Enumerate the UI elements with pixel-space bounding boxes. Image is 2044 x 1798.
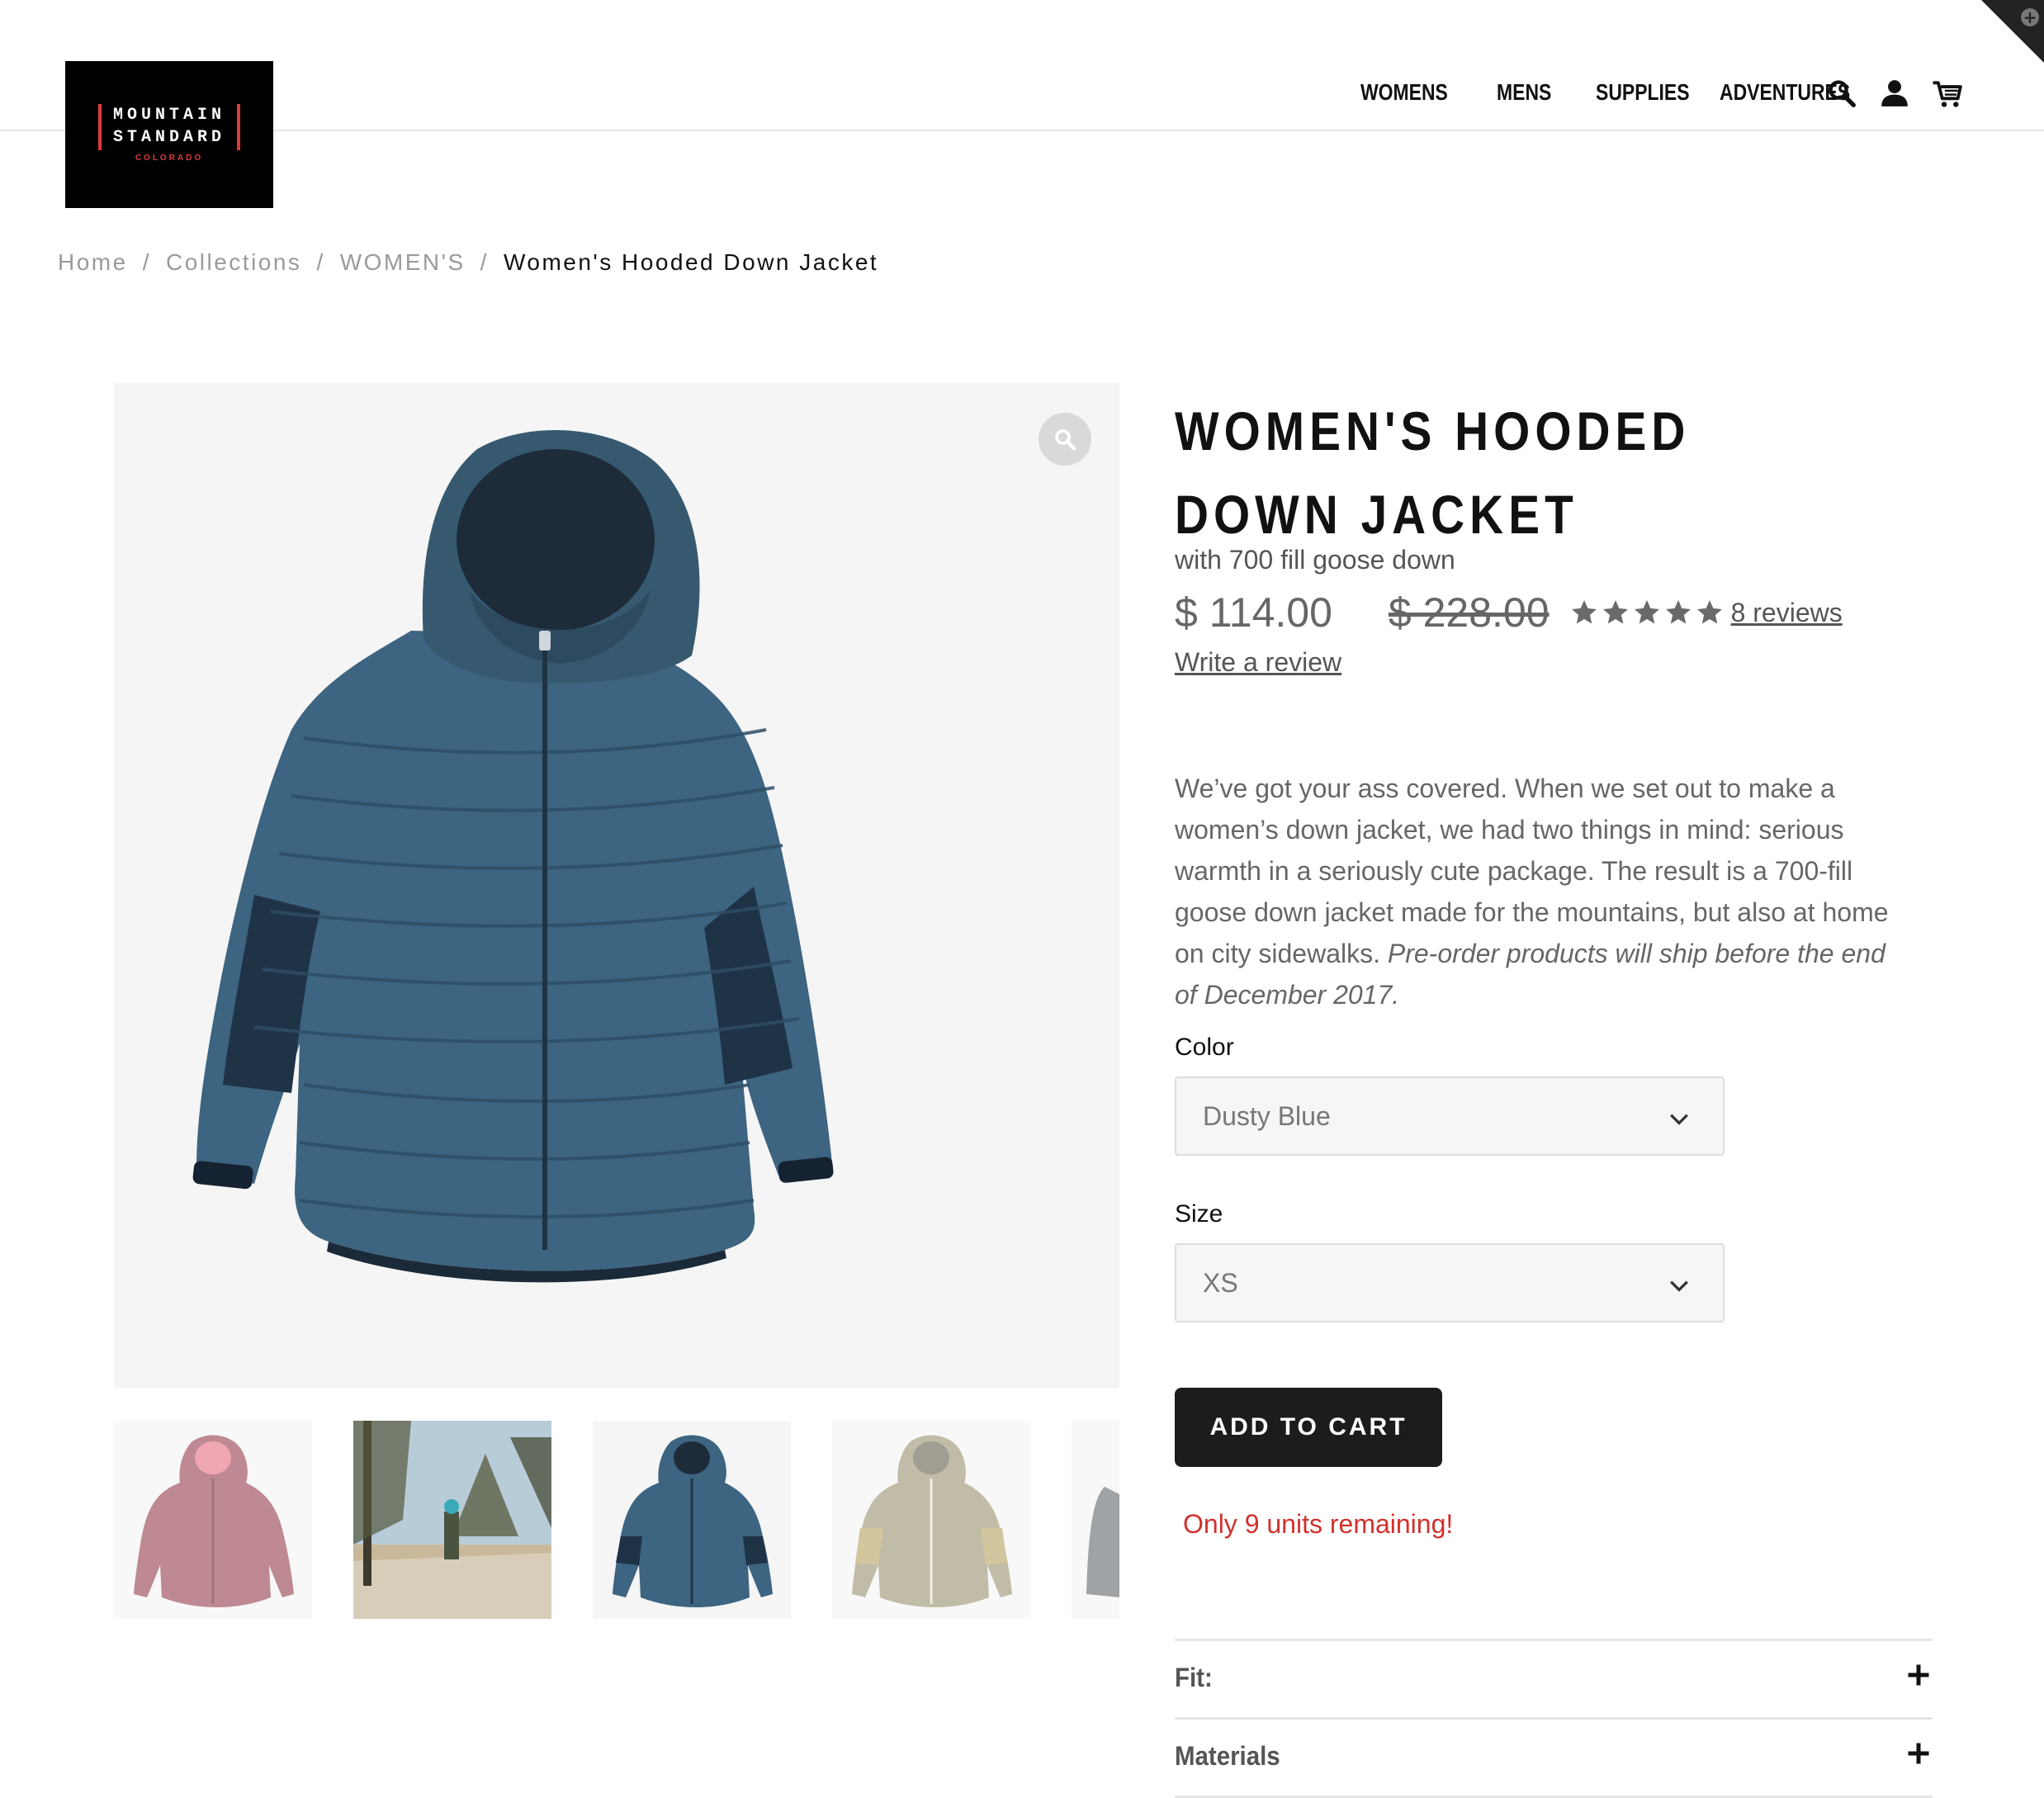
tan-jacket-image [852,1435,1012,1607]
product-details-accordion: Fit: Materials [1175,1639,1933,1798]
breadcrumb-home[interactable]: Home [58,248,128,277]
logo-line2: STANDARD [112,128,225,147]
thumbnail-dusty-blue-jacket[interactable] [593,1421,791,1619]
logo-mark: MOUNTAIN STANDARD COLORADO [97,104,241,165]
thumbnail-tan-jacket[interactable] [832,1421,1030,1619]
breadcrumb-womens[interactable]: WOMEN'S [340,248,466,277]
thumbnail-strip [114,1421,1119,1619]
star-icon [1602,600,1628,624]
header-divider [0,130,2044,131]
accordion-fit[interactable]: Fit: [1175,1639,1933,1717]
breadcrumb-current: Women's Hooded Down Jacket [503,249,879,275]
jacket-image [192,430,834,1283]
star-icon [1571,600,1597,624]
dusty-blue-jacket-image [613,1435,773,1607]
search-icon[interactable] [1826,78,1857,109]
product-main-image[interactable] [114,383,1119,1389]
nav-mens[interactable]: MENS [1497,76,1551,109]
accordion-materials[interactable]: Materials [1175,1717,1933,1798]
nav-supplies[interactable]: SUPPLIES [1596,76,1690,109]
color-select-value: Dusty Blue [1203,1101,1331,1131]
header-icons [1826,78,1963,109]
logo[interactable]: MOUNTAIN STANDARD COLORADO [65,61,273,208]
breadcrumb-separator: / [480,249,489,275]
product-description: We’ve got your ass covered. When we set … [1175,768,1909,1015]
plus-icon: + [2021,8,2039,26]
cart-icon[interactable] [1932,78,1963,109]
plus-icon [1908,1664,1929,1686]
price-row: $ 114.00 $ 228.00 8 reviews [1175,588,1843,637]
chevron-down-icon [1670,1280,1688,1292]
grey-jacket-image [1086,1487,1119,1597]
zoom-button[interactable] [1039,413,1091,466]
size-select-value: XS [1203,1268,1238,1298]
color-label: Color [1175,1034,1234,1061]
stock-note: Only 9 units remaining! [1183,1509,1454,1539]
star-icon [1634,600,1659,624]
breadcrumb-collections[interactable]: Collections [166,248,301,277]
plus-icon [1908,1743,1929,1764]
corner-badge[interactable]: + [1981,0,2044,63]
rating-stars [1569,598,1725,627]
nav-adventures[interactable]: ADVENTURES [1720,76,1850,109]
accordion-materials-label: Materials [1175,1741,1280,1771]
star-icon [1696,600,1722,624]
logo-line1: MOUNTAIN [112,106,225,125]
breadcrumb: Home / Collections / WOMEN'S / Women's H… [58,248,878,277]
thumbnail-snowy-forest-photo[interactable] [353,1421,551,1619]
color-select[interactable]: Dusty Blue [1175,1076,1725,1156]
main-nav: WOMENS MENS SUPPLIES ADVENTURES [1360,76,1850,109]
chevron-down-icon [1670,1114,1688,1125]
thumbnail-grey-jacket[interactable] [1072,1421,1119,1619]
thumbnail-maroon-jacket[interactable] [114,1421,312,1619]
reviews-link[interactable]: 8 reviews [1731,596,1843,629]
add-to-cart-button[interactable]: ADD TO CART [1175,1388,1442,1467]
star-icon [1665,600,1691,624]
breadcrumb-separator: / [316,249,325,275]
magnify-icon [1055,429,1076,451]
nav-womens[interactable]: WOMENS [1360,76,1465,109]
logo-sub: COLORADO [135,154,204,163]
maroon-jacket-image [134,1435,294,1607]
size-select[interactable]: XS [1175,1243,1725,1322]
size-label: Size [1175,1200,1223,1228]
write-review-link[interactable]: Write a review [1175,646,1341,679]
product-title: WOMEN'S HOODED DOWN JACKET [1175,400,1691,545]
account-icon[interactable] [1879,78,1910,109]
compare-price: $ 228.00 [1388,589,1550,636]
snowy-forest-image [353,1421,551,1619]
product-subtitle: with 700 fill goose down [1175,545,1455,575]
sale-price: $ 114.00 [1175,589,1332,636]
breadcrumb-separator: / [142,249,151,275]
accordion-fit-label: Fit: [1175,1663,1213,1692]
